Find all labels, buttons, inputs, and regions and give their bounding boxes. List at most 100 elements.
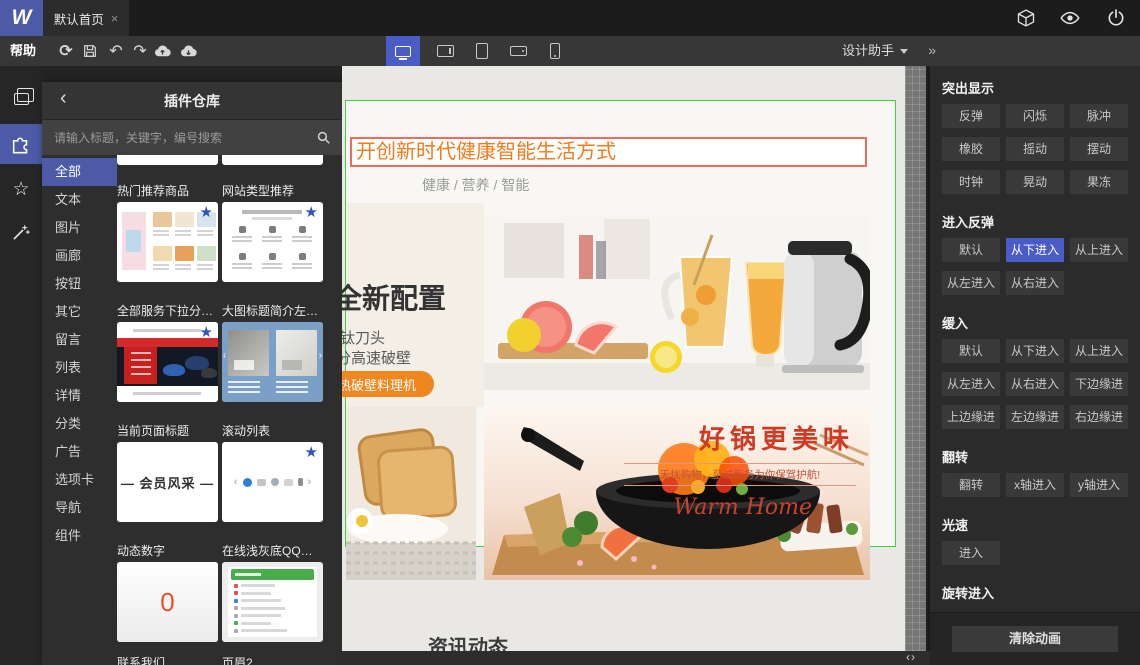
animation-option-button[interactable]: 闪烁 — [1006, 104, 1064, 128]
category-item[interactable]: 全部 — [42, 158, 117, 186]
animation-option-button[interactable]: 摆动 — [1070, 137, 1128, 161]
plugin-thumbnail[interactable]: ‹ › ★ — [222, 442, 323, 522]
animation-option-button[interactable]: 右边缘进 — [1070, 405, 1128, 429]
plugin-item[interactable]: 网站类型推荐 ★ — [222, 183, 323, 283]
animation-option-button[interactable]: x轴进入 — [1006, 473, 1064, 497]
plugin-item[interactable]: 滚动列表 ‹ › ★ — [222, 423, 323, 523]
plugin-thumbnail[interactable]: — 会员风采 — — [117, 442, 218, 522]
favorite-star-icon[interactable]: ★ — [305, 205, 318, 220]
device-phone-portrait-button[interactable] — [538, 36, 572, 66]
animation-option-button[interactable]: 从下进入 — [1006, 339, 1064, 363]
pages-icon[interactable] — [0, 79, 42, 119]
device-phone-landscape-button[interactable] — [501, 36, 535, 66]
wok-banner-photo[interactable]: 好锅更美味 无忧购物，至诚服务为你保驾护航! Warm Home — [484, 407, 870, 580]
animation-option-button[interactable]: 晃动 — [1006, 170, 1064, 194]
category-item[interactable]: 留言 — [42, 326, 117, 354]
cloud-download-icon[interactable] — [178, 36, 198, 66]
animation-option-button[interactable]: 摇动 — [1006, 137, 1064, 161]
animation-option-button[interactable]: 从左进入 — [942, 372, 1000, 396]
canvas-scrollbar[interactable] — [905, 66, 928, 651]
hero-title-element[interactable]: 开创新时代健康智能生活方式 — [350, 137, 867, 167]
code-view-icon[interactable]: ‹› — [906, 651, 916, 665]
hero-subtitle[interactable]: 健康 / 营养 / 智能 — [422, 175, 529, 195]
design-assistant-dropdown[interactable]: 设计助手 — [842, 36, 908, 66]
animation-option-button[interactable]: 从上进入 — [1070, 339, 1128, 363]
page-tab[interactable]: 默认首页 × — [43, 0, 129, 36]
magic-wand-icon[interactable] — [0, 212, 42, 252]
feature-button[interactable]: 热破壁料理机 — [342, 371, 434, 397]
device-laptop-button[interactable] — [428, 36, 462, 66]
favorites-star-icon[interactable]: ☆ — [0, 169, 42, 209]
kettle-photo[interactable] — [484, 215, 870, 390]
device-tablet-button[interactable] — [465, 36, 499, 66]
plugin-thumbnail[interactable]: ★ — [222, 202, 323, 282]
animation-option-button[interactable]: 果冻 — [1070, 170, 1128, 194]
category-item[interactable]: 画廊 — [42, 242, 117, 270]
plugin-item[interactable]: 热门推荐商品 ★ — [117, 183, 218, 283]
animation-option-button[interactable]: 脉冲 — [1070, 104, 1128, 128]
category-item[interactable]: 其它 — [42, 298, 117, 326]
favorite-star-icon[interactable]: ★ — [200, 205, 213, 220]
animation-option-button[interactable]: 时钟 — [942, 170, 1000, 194]
animation-option-button[interactable]: 从上进入 — [1070, 238, 1128, 262]
plugin-thumbnail[interactable]: 0 — [117, 562, 218, 642]
save-icon[interactable] — [80, 36, 100, 66]
plugin-item[interactable]: 当前页面标题 — 会员风采 — — [117, 423, 218, 523]
animation-option-button[interactable]: y轴进入 — [1070, 473, 1128, 497]
animation-option-button[interactable]: 下边缘进 — [1070, 372, 1128, 396]
category-item[interactable]: 列表 — [42, 354, 117, 382]
search-icon[interactable] — [315, 129, 332, 146]
animation-option-button[interactable]: 翻转 — [942, 473, 1000, 497]
close-tab-icon[interactable]: × — [111, 11, 119, 26]
animation-option-button[interactable]: 默认 — [942, 238, 1000, 262]
favorite-star-icon[interactable]: ★ — [305, 445, 318, 460]
animation-option-button[interactable]: 上边缘进 — [942, 405, 1000, 429]
animation-option-button[interactable]: 从右进入 — [1006, 372, 1064, 396]
refresh-icon[interactable]: ⟳ — [56, 36, 76, 66]
feature-block[interactable]: 全新配置 钛刀头 分高速破壁 热破壁料理机 — [342, 203, 484, 407]
category-item[interactable]: 分类 — [42, 410, 117, 438]
toolbar-more-chevron[interactable]: » — [928, 36, 936, 66]
plugin-item[interactable]: 大图标题简介左右切... ‹› — [222, 303, 323, 403]
toast-photo[interactable] — [346, 407, 476, 580]
plugin-item[interactable]: 全部服务下拉分类带... ★ — [117, 303, 218, 403]
power-exit-icon[interactable] — [1106, 8, 1126, 28]
animation-option-button[interactable]: 反弹 — [942, 104, 1000, 128]
category-item[interactable]: 组件 — [42, 522, 117, 550]
preview-eye-icon[interactable] — [1060, 8, 1080, 28]
plugin-thumbnail[interactable]: ★ — [117, 202, 218, 282]
animation-option-button[interactable]: 从右进入 — [1006, 271, 1064, 295]
animation-option-button[interactable]: 从下进入 — [1006, 238, 1064, 262]
category-item[interactable]: 图片 — [42, 214, 117, 242]
plugin-thumbnail[interactable] — [222, 562, 323, 642]
device-desktop-button[interactable] — [386, 36, 420, 66]
plugin-thumbnail[interactable]: ★ — [117, 322, 218, 402]
help-button[interactable]: 帮助 — [10, 36, 36, 66]
undo-icon[interactable]: ↶ — [106, 36, 126, 66]
category-item[interactable]: 文本 — [42, 186, 117, 214]
animation-option-button[interactable]: 橡胶 — [942, 137, 1000, 161]
design-canvas[interactable]: 开创新时代健康智能生活方式 健康 / 营养 / 智能 全新配置 钛刀头 分高速破… — [342, 66, 905, 651]
app-logo[interactable]: W — [0, 0, 43, 36]
clear-animation-button[interactable]: 清除动画 — [952, 626, 1118, 652]
components-cube-icon[interactable] — [1016, 8, 1036, 28]
favorite-star-icon[interactable]: ★ — [200, 325, 213, 340]
redo-icon[interactable]: ↷ — [130, 36, 150, 66]
animation-option-button[interactable]: 从左进入 — [942, 271, 1000, 295]
plugin-item[interactable]: 在线浅灰底QQ客服 — [222, 543, 323, 643]
animation-option-button[interactable]: 进入 — [942, 541, 1000, 565]
plugin-item[interactable]: 动态数字 0 — [117, 543, 218, 643]
plugin-search-input[interactable] — [42, 120, 302, 155]
plugin-thumbnail-partial — [222, 155, 323, 165]
cloud-upload-icon[interactable] — [152, 36, 172, 66]
animation-option-button[interactable]: 左边缘进 — [1006, 405, 1064, 429]
category-item[interactable]: 按钮 — [42, 270, 117, 298]
category-item[interactable]: 详情 — [42, 382, 117, 410]
plugins-puzzle-icon[interactable] — [0, 124, 42, 164]
category-item[interactable]: 选项卡 — [42, 466, 117, 494]
selected-section-outline[interactable]: 开创新时代健康智能生活方式 健康 / 营养 / 智能 全新配置 钛刀头 分高速破… — [342, 100, 896, 580]
category-item[interactable]: 导航 — [42, 494, 117, 522]
animation-option-button[interactable]: 默认 — [942, 339, 1000, 363]
category-item[interactable]: 广告 — [42, 438, 117, 466]
plugin-thumbnail[interactable]: ‹ › — [222, 322, 323, 402]
